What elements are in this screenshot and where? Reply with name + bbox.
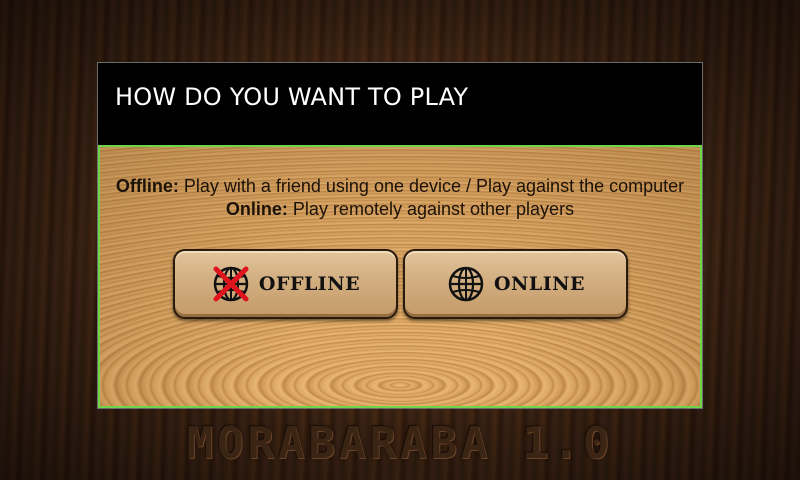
offline-description: Offline: Play with a friend using one de… [100, 175, 700, 198]
online-button-label: ONLINE [493, 273, 585, 295]
dialog-header: HOW DO YOU WANT TO PLAY [98, 63, 702, 145]
online-description: Online: Play remotely against other play… [100, 198, 700, 221]
online-desc-text: Play remotely against other players [287, 199, 575, 219]
online-button[interactable]: ONLINE [403, 249, 628, 319]
play-mode-dialog: HOW DO YOU WANT TO PLAY Offline: Play wi… [97, 62, 703, 409]
dialog-body: Offline: Play with a friend using one de… [98, 145, 702, 408]
dialog-description: Offline: Play with a friend using one de… [100, 175, 700, 221]
offline-button[interactable]: OFFLINE [173, 249, 398, 319]
globe-icon [446, 264, 486, 304]
offline-desc-text: Play with a friend using one device / Pl… [178, 176, 685, 196]
offline-term: Offline: [115, 176, 179, 196]
online-term: Online: [225, 199, 288, 219]
offline-button-label: OFFLINE [258, 273, 361, 295]
globe-crossed-icon [211, 264, 251, 304]
game-title-logo: MORABARABA 1.0 [186, 418, 614, 469]
dialog-title: HOW DO YOU WANT TO PLAY [115, 83, 469, 111]
